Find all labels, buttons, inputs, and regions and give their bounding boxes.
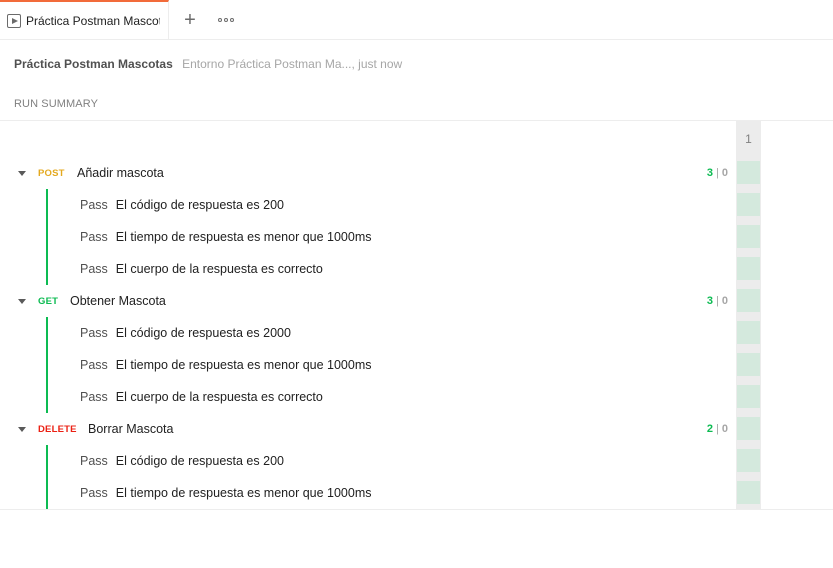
iteration-cell[interactable] [737,385,760,408]
caret-down-icon[interactable] [18,170,26,176]
test-status: Pass [80,262,108,276]
iteration-header[interactable]: 1 [736,121,761,158]
request-method: DELETE [38,423,77,435]
request-counts: 3 | 0 [707,295,728,307]
request-name[interactable]: Añadir mascota [77,166,164,180]
request-name[interactable]: Borrar Mascota [88,422,173,436]
request-row[interactable]: POST Añadir mascota 3 | 0 [0,157,730,189]
test-name: El tiempo de respuesta es menor que 1000… [115,358,372,372]
plus-icon[interactable]: + [181,10,199,30]
test-name: El código de respuesta es 200 [115,198,284,212]
iteration-cell[interactable] [737,225,760,248]
test-name: El tiempo de respuesta es menor que 1000… [115,486,372,500]
test-name: El cuerpo de la respuesta es correcto [115,262,323,276]
iteration-cell[interactable] [737,193,760,216]
test-status: Pass [80,326,108,340]
test-name: El tiempo de respuesta es menor que 1000… [115,230,372,244]
test-status: Pass [80,230,108,244]
iteration-cell[interactable] [737,321,760,344]
count-separator: | [716,295,719,307]
run-title: Práctica Postman Mascotas [14,57,173,71]
request-name[interactable]: Obtener Mascota [70,294,166,308]
test-status: Pass [80,454,108,468]
passed-count: 3 [706,295,714,307]
tree-line [46,317,48,413]
request-row[interactable]: GET Obtener Mascota 3 | 0 [0,285,730,317]
count-separator: | [716,167,719,179]
tab-title: Práctica Postman Mascot [26,14,160,28]
iteration-cell[interactable] [737,161,760,184]
divider [0,509,833,510]
iteration-cell[interactable] [737,481,760,504]
test-name: El código de respuesta es 2000 [115,326,291,340]
passed-count: 2 [706,423,714,435]
iteration-cell[interactable] [737,417,760,440]
run-meta: Entorno Práctica Postman Ma..., just now [182,57,403,71]
tab-bar: Práctica Postman Mascot + [0,0,833,40]
tree-line [46,445,48,509]
caret-down-icon[interactable] [18,298,26,304]
test-row: Pass El código de respuesta es 2000 [80,317,291,349]
test-name: El código de respuesta es 200 [115,454,284,468]
request-counts: 3 | 0 [707,167,728,179]
test-row: Pass El tiempo de respuesta es menor que … [80,221,372,253]
request-row[interactable]: DELETE Borrar Mascota 2 | 0 [0,413,730,445]
failed-count: 0 [721,295,728,307]
tree-line [46,189,48,285]
more-options-icon[interactable] [218,14,234,26]
passed-count: 3 [706,167,714,179]
run-summary-label: RUN SUMMARY [14,98,99,110]
count-separator: | [716,423,719,435]
iteration-cell[interactable] [737,257,760,280]
request-method: POST [38,167,65,179]
request-counts: 2 | 0 [707,423,728,435]
failed-count: 0 [721,423,728,435]
request-method: GET [38,295,59,307]
test-row: Pass El tiempo de respuesta es menor que … [80,477,372,509]
test-row: Pass El cuerpo de la respuesta es correct… [80,381,323,413]
iteration-cell[interactable] [737,353,760,376]
failed-count: 0 [721,167,728,179]
runner-play-icon [7,14,21,28]
iteration-cell[interactable] [737,289,760,312]
test-status: Pass [80,486,108,500]
run-header: Práctica Postman Mascotas Entorno Prácti… [14,57,402,71]
test-name: El cuerpo de la respuesta es correcto [115,390,323,404]
test-status: Pass [80,198,108,212]
iteration-cell[interactable] [737,449,760,472]
test-status: Pass [80,358,108,372]
test-row: Pass El cuerpo de la respuesta es correct… [80,253,323,285]
tab-runner[interactable]: Práctica Postman Mascot [0,0,169,40]
test-status: Pass [80,390,108,404]
test-row: Pass El código de respuesta es 200 [80,189,284,221]
test-row: Pass El código de respuesta es 200 [80,445,284,477]
test-row: Pass El tiempo de respuesta es menor que … [80,349,372,381]
caret-down-icon[interactable] [18,426,26,432]
divider [0,120,833,121]
